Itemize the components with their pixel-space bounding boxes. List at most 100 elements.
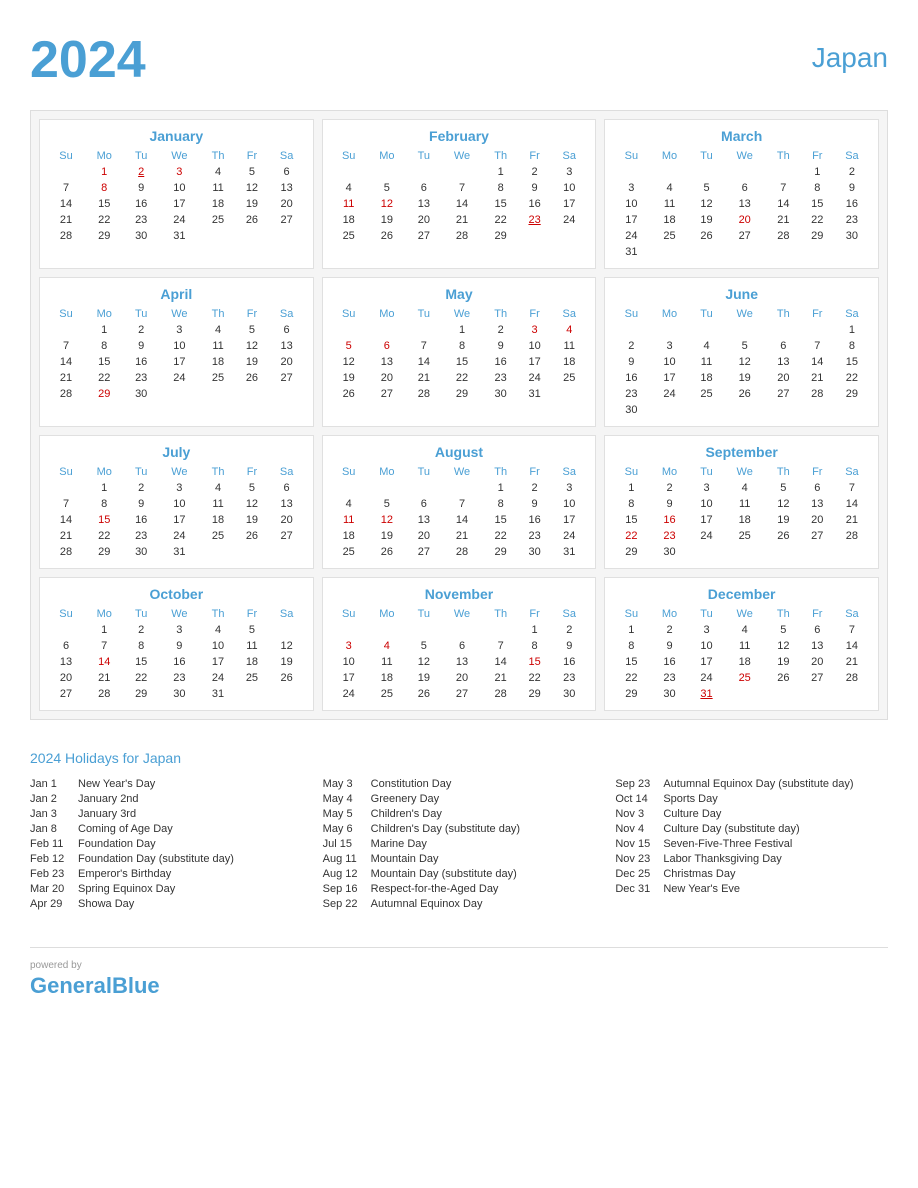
table-row (613, 164, 649, 180)
day-header: Su (613, 148, 649, 164)
table-row: 29 (834, 386, 870, 402)
table-row: 8 (84, 496, 124, 512)
day-header: We (441, 464, 484, 480)
holiday-name: Culture Day (663, 808, 721, 820)
day-header: Fr (518, 464, 551, 480)
holiday-name: Respect-for-the-Aged Day (371, 883, 499, 895)
table-row: 17 (331, 670, 367, 686)
table-row (723, 686, 766, 702)
table-row: 1 (613, 480, 649, 496)
table-row: 20 (441, 670, 484, 686)
table-row: 27 (407, 544, 441, 560)
table-row (331, 322, 367, 338)
table-row: 18 (201, 512, 236, 528)
table-row (48, 480, 84, 496)
table-row (367, 622, 407, 638)
holiday-date: Nov 15 (615, 838, 655, 850)
table-row: 19 (235, 512, 268, 528)
table-row: 18 (367, 670, 407, 686)
month-name-september: September (613, 444, 870, 460)
day-header: Su (613, 464, 649, 480)
month-february: February Su Mo Tu We Th Fr Sa 1 2 3 (322, 119, 597, 269)
table-row: 24 (551, 528, 587, 544)
list-item: Nov 15Seven-Five-Three Festival (615, 838, 888, 850)
holidays-section: 2024 Holidays for Japan Jan 1New Year's … (30, 740, 888, 923)
table-row: 15 (84, 512, 124, 528)
table-row: 31 (690, 686, 724, 702)
september-table: Su Mo Tu We Th Fr Sa 1 2 3 4 5 6 7 8 9 1… (613, 464, 870, 560)
day-header: We (158, 464, 201, 480)
table-row: 17 (158, 512, 201, 528)
list-item: May 4Greenery Day (323, 793, 596, 805)
day-header: Tu (407, 306, 441, 322)
day-header: Fr (518, 306, 551, 322)
table-row: 12 (367, 512, 407, 528)
table-row (690, 164, 724, 180)
table-row: 27 (801, 528, 834, 544)
table-row: 11 (201, 496, 236, 512)
table-row: 27 (367, 386, 407, 402)
table-row: 14 (441, 512, 484, 528)
table-row: 9 (613, 354, 649, 370)
table-row: 14 (48, 512, 84, 528)
table-row: 28 (48, 544, 84, 560)
holiday-date: Nov 3 (615, 808, 655, 820)
table-row (201, 228, 236, 244)
august-table: Su Mo Tu We Th Fr Sa 1 2 3 4 5 6 (331, 464, 588, 560)
table-row: 26 (690, 228, 724, 244)
day-header: Tu (690, 464, 724, 480)
day-header: Fr (518, 606, 551, 622)
table-row (723, 164, 766, 180)
table-row (331, 164, 367, 180)
day-header: Mo (649, 464, 689, 480)
table-row: 9 (483, 338, 518, 354)
table-row: 23 (551, 670, 587, 686)
table-row: 31 (613, 244, 649, 260)
table-row: 13 (723, 196, 766, 212)
table-row: 20 (801, 654, 834, 670)
table-row: 28 (407, 386, 441, 402)
table-row: 5 (766, 622, 801, 638)
table-row: 2 (649, 622, 689, 638)
table-row: 2 (124, 480, 158, 496)
table-row: 30 (649, 686, 689, 702)
table-row: 7 (407, 338, 441, 354)
table-row: 10 (690, 496, 724, 512)
day-header: Sa (551, 606, 587, 622)
day-header: Su (48, 464, 84, 480)
table-row: 6 (367, 338, 407, 354)
day-header: Th (766, 606, 801, 622)
holiday-date: Sep 23 (615, 778, 655, 790)
table-row (441, 622, 484, 638)
table-row: 22 (483, 528, 518, 544)
table-row: 18 (649, 212, 689, 228)
day-header: Th (483, 464, 518, 480)
day-header: Sa (551, 148, 587, 164)
holiday-date: Feb 11 (30, 838, 70, 850)
table-row: 3 (158, 322, 201, 338)
table-row: 12 (766, 496, 801, 512)
list-item: Aug 11Mountain Day (323, 853, 596, 865)
year-label: 2024 (30, 30, 146, 90)
table-row: 10 (518, 338, 551, 354)
table-row: 20 (269, 196, 305, 212)
table-row: 16 (613, 370, 649, 386)
table-row (834, 686, 870, 702)
holidays-col3: Sep 23Autumnal Equinox Day (substitute d… (615, 778, 888, 913)
table-row: 31 (551, 544, 587, 560)
table-row: 7 (834, 622, 870, 638)
day-header: Fr (801, 464, 834, 480)
table-row: 21 (834, 512, 870, 528)
table-row: 25 (331, 544, 367, 560)
day-header: We (158, 606, 201, 622)
table-row: 13 (407, 196, 441, 212)
day-header: Mo (367, 306, 407, 322)
holiday-date: Sep 16 (323, 883, 363, 895)
holidays-col2: May 3Constitution Day May 4Greenery Day … (323, 778, 596, 913)
table-row: 3 (158, 622, 201, 638)
powered-by-text: powered by (30, 960, 888, 971)
table-row: 31 (201, 686, 236, 702)
table-row: 18 (690, 370, 724, 386)
table-row (235, 228, 268, 244)
holiday-date: Aug 11 (323, 853, 363, 865)
